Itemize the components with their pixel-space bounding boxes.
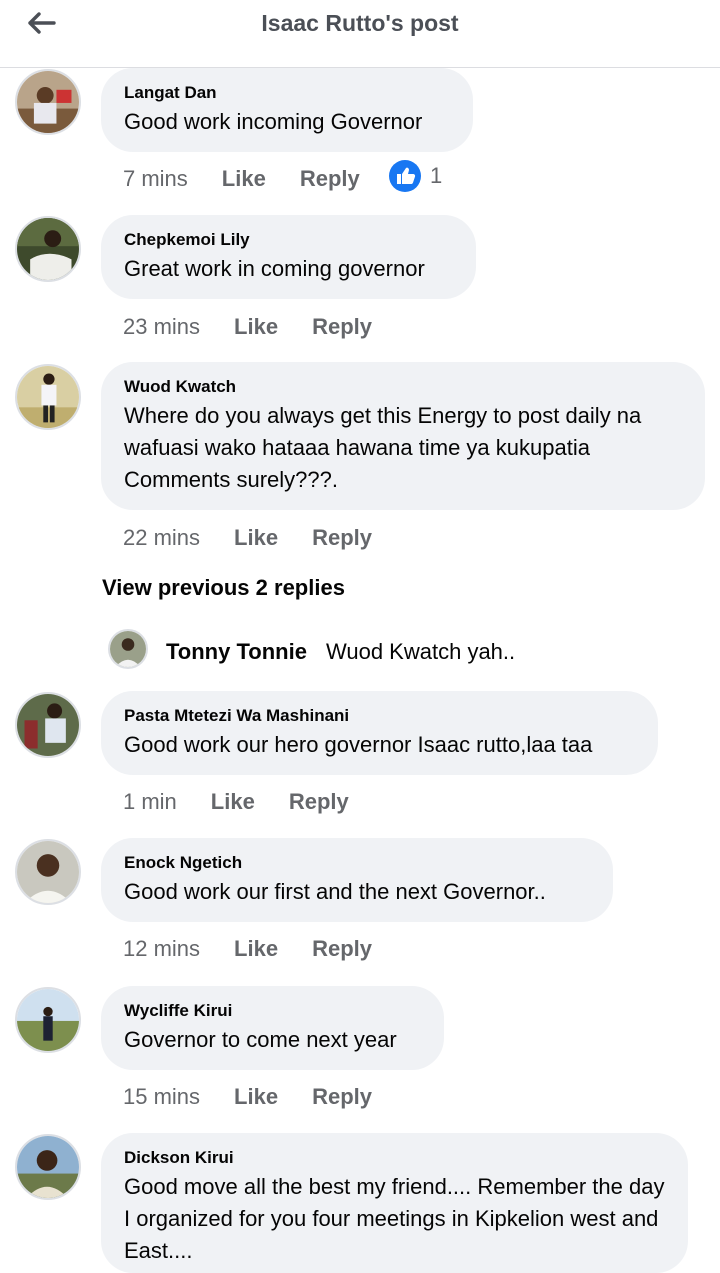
avatar[interactable] xyxy=(15,1134,81,1200)
comment-time: 22 mins xyxy=(123,525,201,550)
avatar[interactable] xyxy=(15,364,81,430)
comment-bubble: Langat Dan Good work incoming Governor xyxy=(101,68,473,152)
comment-bubble: Chepkemoi Lily Great work in coming gove… xyxy=(101,215,476,299)
comment-actions: 22 mins Like Reply xyxy=(123,521,406,555)
comment-bubble: Enock Ngetich Good work our first and th… xyxy=(101,838,613,922)
like-reaction-icon xyxy=(389,160,421,192)
comment-actions: 15 mins Like Reply xyxy=(123,1080,406,1114)
reaction-summary[interactable]: 1 xyxy=(388,159,442,193)
reply-button[interactable]: Reply xyxy=(312,525,372,551)
page-title: Isaac Rutto's post xyxy=(261,10,459,36)
like-button[interactable]: Like xyxy=(211,789,255,815)
comment-text: Governor to come next year xyxy=(124,1027,397,1052)
like-button[interactable]: Like xyxy=(234,1084,278,1110)
comment-time: 1 min xyxy=(123,789,177,814)
reply-author[interactable]: Tonny Tonnie xyxy=(166,639,307,665)
like-button[interactable]: Like xyxy=(234,314,278,340)
comment-text: Great work in coming governor xyxy=(124,256,425,281)
comment-time: 23 mins xyxy=(123,314,201,339)
reply-button[interactable]: Reply xyxy=(312,314,372,340)
comment-text: Good work our first and the next Governo… xyxy=(124,879,546,904)
avatar[interactable] xyxy=(15,216,81,282)
comment-text: Good move all the best my friend.... Rem… xyxy=(124,1174,665,1263)
comment-author[interactable]: Enock Ngetich xyxy=(124,852,591,874)
comment-bubble: Wycliffe Kirui Governor to come next yea… xyxy=(101,986,444,1070)
like-button[interactable]: Like xyxy=(234,936,278,962)
comment-time: 12 mins xyxy=(123,936,201,961)
avatar[interactable] xyxy=(15,839,81,905)
avatar[interactable] xyxy=(108,629,148,669)
reaction-count: 1 xyxy=(430,163,443,188)
comment-bubble: Pasta Mtetezi Wa Mashinani Good work our… xyxy=(101,691,658,775)
comment-time: 7 mins xyxy=(123,166,188,191)
comment-bubble: Dickson Kirui Good move all the best my … xyxy=(101,1133,688,1273)
comment-text: Good work incoming Governor xyxy=(124,109,423,134)
reply-button[interactable]: Reply xyxy=(300,166,360,192)
comment-actions: 7 mins Like Reply xyxy=(123,162,394,196)
comment-author[interactable]: Langat Dan xyxy=(124,82,451,104)
reply-button[interactable]: Reply xyxy=(289,789,349,815)
comment-author[interactable]: Chepkemoi Lily xyxy=(124,229,454,251)
comment-time: 15 mins xyxy=(123,1084,201,1109)
top-bar: Isaac Rutto's post xyxy=(0,0,720,68)
comment-actions: 12 mins Like Reply xyxy=(123,932,406,966)
reply-text: Wuod Kwatch yah.. xyxy=(326,639,516,664)
avatar[interactable] xyxy=(15,69,81,135)
comment-actions: 1 min Like Reply xyxy=(123,785,383,819)
avatar[interactable] xyxy=(15,692,81,758)
reply-button[interactable]: Reply xyxy=(312,1084,372,1110)
comment-author[interactable]: Dickson Kirui xyxy=(124,1147,666,1169)
comment-author[interactable]: Wuod Kwatch xyxy=(124,376,683,398)
comment-author[interactable]: Pasta Mtetezi Wa Mashinani xyxy=(124,705,636,727)
comment-actions: 23 mins Like Reply xyxy=(123,310,406,344)
reply-button[interactable]: Reply xyxy=(312,936,372,962)
comment-bubble: Wuod Kwatch Where do you always get this… xyxy=(101,362,705,510)
view-previous-replies-link[interactable]: View previous 2 replies xyxy=(102,575,345,601)
comment-text: Good work our hero governor Isaac rutto,… xyxy=(124,732,593,757)
like-button[interactable]: Like xyxy=(234,525,278,551)
comment-text: Where do you always get this Energy to p… xyxy=(124,403,642,492)
avatar[interactable] xyxy=(15,987,81,1053)
comment-author[interactable]: Wycliffe Kirui xyxy=(124,1000,422,1022)
like-button[interactable]: Like xyxy=(222,166,266,192)
